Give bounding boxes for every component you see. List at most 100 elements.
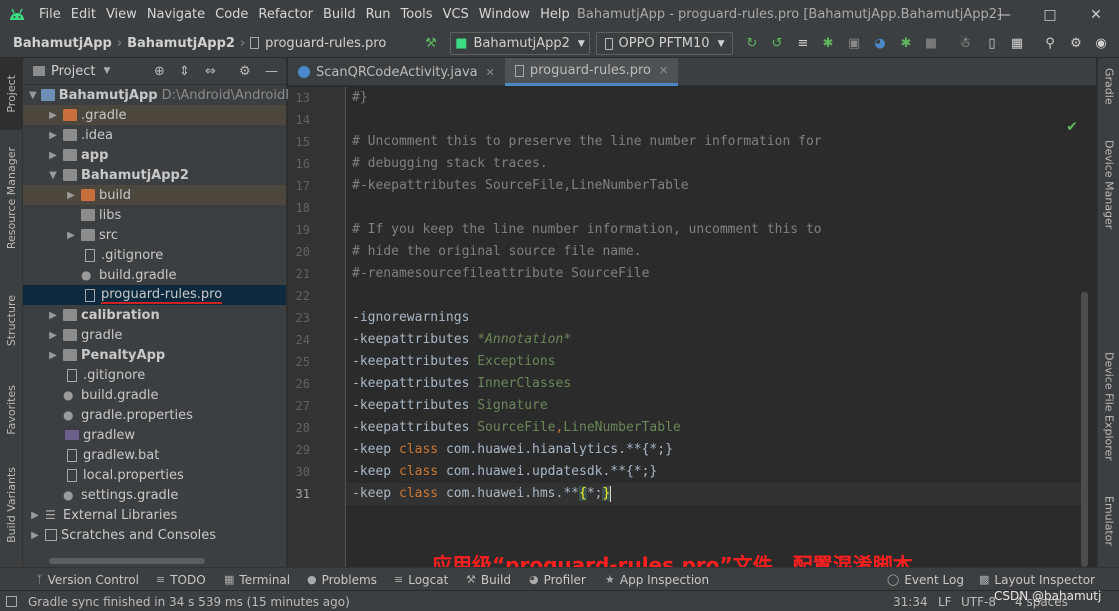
- tool-tab-build-variants[interactable]: Build Variants: [0, 462, 23, 548]
- gear-icon[interactable]: ⚙: [239, 64, 251, 79]
- gear-icon[interactable]: ⚙: [1067, 32, 1085, 55]
- menu-window[interactable]: Window: [474, 0, 535, 29]
- menu-vcs[interactable]: VCS: [438, 0, 474, 29]
- tool-version-control[interactable]: ᛉ Version Control: [36, 568, 139, 591]
- chevron-right-icon[interactable]: ▶: [47, 110, 59, 121]
- tool-tab-structure[interactable]: Structure: [0, 290, 23, 352]
- stop-icon[interactable]: ■: [922, 32, 940, 55]
- menu-refactor[interactable]: Refactor: [253, 0, 318, 29]
- tree-item-scratches[interactable]: ▶ Scratches and Consoles: [23, 525, 286, 545]
- tool-tab-resource-manager[interactable]: Resource Manager: [0, 138, 23, 258]
- close-icon[interactable]: ✕: [486, 66, 495, 79]
- tree-item-build-dir[interactable]: ▶ build: [23, 185, 286, 205]
- menu-tools[interactable]: Tools: [396, 0, 438, 29]
- tool-tab-emulator[interactable]: Emulator: [1098, 496, 1119, 546]
- menu-code[interactable]: Code: [210, 0, 253, 29]
- attach-debugger-icon[interactable]: ▣: [845, 32, 863, 55]
- profiler-icon[interactable]: ◕: [871, 32, 889, 55]
- file-encoding[interactable]: UTF-8: [961, 591, 996, 611]
- status-message[interactable]: Gradle sync finished in 34 s 539 ms (15 …: [28, 591, 350, 611]
- tree-item-external-libraries[interactable]: ▶ ☰ External Libraries: [23, 505, 286, 525]
- tree-item-gradlew-bat[interactable]: gradlew.bat: [23, 445, 286, 465]
- breadcrumb-module[interactable]: BahamutjApp2: [127, 36, 235, 51]
- status-window-icon[interactable]: [6, 591, 17, 611]
- menu-file[interactable]: File: [34, 0, 66, 29]
- search-icon[interactable]: ⚲: [1041, 32, 1059, 55]
- tree-item-local-properties[interactable]: local.properties: [23, 465, 286, 485]
- chevron-right-icon[interactable]: ▶: [65, 230, 77, 241]
- tree-item-libs[interactable]: libs: [23, 205, 286, 225]
- tree-item-bahamutjapp2[interactable]: ▼ BahamutjApp2: [23, 165, 286, 185]
- tool-tab-gradle[interactable]: Gradle: [1098, 68, 1119, 105]
- close-icon[interactable]: ✕: [659, 64, 668, 77]
- tree-item-gradle-properties[interactable]: ● gradle.properties: [23, 405, 286, 425]
- project-horizontal-scrollbar[interactable]: [49, 558, 205, 564]
- crosshair-icon[interactable]: ⊕: [154, 64, 165, 79]
- chevron-right-icon[interactable]: ▶: [29, 510, 41, 521]
- tool-todo[interactable]: ≡ TODO: [156, 568, 206, 591]
- expand-all-icon[interactable]: ⇕: [179, 64, 190, 79]
- chevron-down-icon[interactable]: ▼: [103, 66, 110, 76]
- tree-item-root[interactable]: ▼ BahamutjApp D:\Android\AndroidPr: [23, 85, 298, 105]
- menu-navigate[interactable]: Navigate: [142, 0, 210, 29]
- run-config-dropdown[interactable]: ■ BahamutjApp2 ▼: [450, 32, 590, 55]
- tree-item-app[interactable]: ▶ app: [23, 145, 286, 165]
- line-separator[interactable]: LF: [938, 591, 952, 611]
- menu-view[interactable]: View: [101, 0, 142, 29]
- tree-item-settings-gradle[interactable]: ● settings.gradle: [23, 485, 286, 505]
- caret-position[interactable]: 31:34: [893, 591, 928, 611]
- menu-build[interactable]: Build: [318, 0, 361, 29]
- collapse-all-icon[interactable]: ⇔: [205, 64, 216, 79]
- code-editor[interactable]: #} # Uncomment this to preserve the line…: [346, 87, 1088, 577]
- breadcrumb-file[interactable]: proguard-rules.pro: [265, 36, 386, 51]
- tree-item-gradle-dir[interactable]: ▶ .gradle: [23, 105, 286, 125]
- tab-scanqrcodeactivity[interactable]: ScanQRCodeActivity.java ✕: [288, 58, 505, 86]
- tool-tab-device-file-explorer[interactable]: Device File Explorer: [1098, 352, 1119, 461]
- tree-item-calibration[interactable]: ▶ calibration: [23, 305, 286, 325]
- tree-item-gradlew[interactable]: gradlew: [23, 425, 286, 445]
- tree-item-build-gradle[interactable]: ● build.gradle: [23, 265, 286, 285]
- chevron-right-icon[interactable]: ▶: [47, 150, 59, 161]
- tool-event-log[interactable]: ◯ Event Log: [887, 568, 964, 591]
- device-dropdown[interactable]: OPPO PFTM10 ▼: [596, 32, 733, 55]
- device-manager-icon[interactable]: ▯: [983, 32, 1001, 55]
- tool-tab-project[interactable]: Project: [0, 58, 23, 130]
- gradle-sync-icon[interactable]: ☃: [956, 32, 974, 55]
- debug-bug-icon[interactable]: ✱: [897, 32, 915, 55]
- tree-item-proguard-rules[interactable]: proguard-rules.pro: [23, 285, 286, 305]
- chevron-down-icon[interactable]: ▼: [29, 90, 37, 101]
- tool-logcat[interactable]: ≡ Logcat: [394, 568, 448, 591]
- rerun-icon[interactable]: ↻: [743, 32, 761, 55]
- tab-proguard-rules[interactable]: proguard-rules.pro ✕: [504, 58, 679, 86]
- menu-help[interactable]: Help: [535, 0, 575, 29]
- tree-item-idea[interactable]: ▶ .idea: [23, 125, 286, 145]
- menu-run[interactable]: Run: [361, 0, 396, 29]
- chevron-right-icon[interactable]: ▶: [47, 310, 59, 321]
- apply-changes-icon[interactable]: ↺: [768, 32, 786, 55]
- breadcrumb-root[interactable]: BahamutjApp: [0, 36, 112, 51]
- list-icon[interactable]: ≡: [794, 32, 812, 55]
- chevron-right-icon[interactable]: ▶: [47, 130, 59, 141]
- sdk-manager-icon[interactable]: ▦: [1008, 32, 1026, 55]
- chevron-down-icon[interactable]: ▼: [47, 170, 59, 181]
- project-view-selector[interactable]: Project: [51, 64, 95, 79]
- menu-edit[interactable]: Edit: [66, 0, 101, 29]
- chevron-right-icon[interactable]: ▶: [65, 190, 77, 201]
- hide-panel-icon[interactable]: —: [265, 64, 278, 79]
- tool-problems[interactable]: ● Problems: [307, 568, 377, 591]
- tool-terminal[interactable]: ▦ Terminal: [224, 568, 290, 591]
- tree-item-root-build-gradle[interactable]: ● build.gradle: [23, 385, 286, 405]
- tool-tab-favorites[interactable]: Favorites: [0, 374, 23, 446]
- tool-tab-device-manager[interactable]: Device Manager: [1098, 140, 1119, 229]
- debug-icon[interactable]: ✱: [819, 32, 837, 55]
- minimize-icon[interactable]: —: [981, 0, 1027, 29]
- chevron-right-icon[interactable]: ▶: [47, 350, 59, 361]
- hammer-icon[interactable]: ⚒: [421, 32, 441, 55]
- account-icon[interactable]: ◉: [1092, 32, 1110, 55]
- chevron-right-icon[interactable]: ▶: [47, 330, 59, 341]
- editor-scrollbar[interactable]: [1081, 292, 1088, 567]
- chevron-right-icon[interactable]: ▶: [29, 530, 41, 541]
- tool-profiler[interactable]: ◕ Profiler: [529, 568, 586, 591]
- maximize-icon[interactable]: □: [1027, 0, 1073, 29]
- tree-item-gradle-folder[interactable]: ▶ gradle: [23, 325, 286, 345]
